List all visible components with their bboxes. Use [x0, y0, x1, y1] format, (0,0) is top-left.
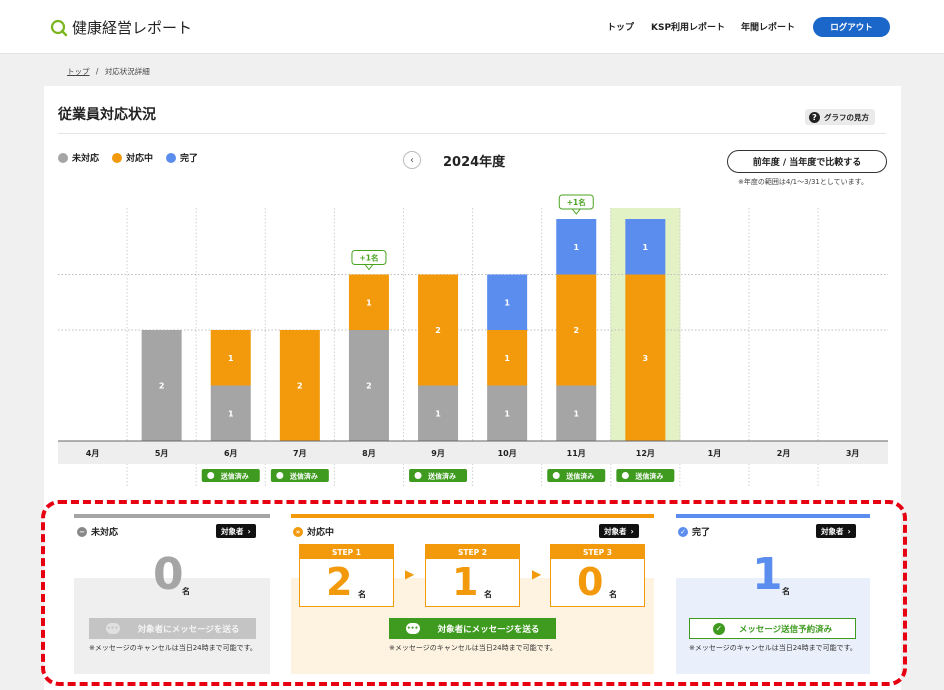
- chart-legend: 未対応 対応中 完了: [58, 151, 211, 164]
- logo-icon: [50, 19, 68, 36]
- title-divider: [58, 133, 886, 134]
- bar-value-label: 2: [159, 382, 165, 391]
- logo[interactable]: 健康経営レポート: [50, 17, 192, 38]
- sent-badge-label: 送信済み: [565, 472, 594, 481]
- bar-value-label: 2: [573, 326, 579, 335]
- highlight-annotation-box: [41, 500, 907, 686]
- legend-dot-unhandled: [58, 152, 68, 163]
- breadcrumb-separator: /: [95, 67, 99, 76]
- chat-bubble-icon: [414, 472, 422, 479]
- previous-year-button[interactable]: ‹: [403, 151, 421, 169]
- monthly-status-chart: 2 1 1 2 2 1 1 2 1 1 1 1 2 1 3 1 4月 5月 6月 7月 8月 9月 10月 11月 12月 1月 2…: [58, 194, 888, 488]
- fiscal-year-range-note: ※年度の範囲は4/1～3/31としています。: [738, 178, 868, 186]
- legend-label-unhandled: 未対応: [72, 154, 100, 164]
- sent-badge-label: 送信済み: [634, 472, 663, 481]
- legend-dot-completed: [166, 152, 177, 163]
- bar-value-label: 2: [435, 326, 441, 335]
- graph-help-label: グラフの見方: [824, 112, 869, 122]
- page-title: 従業員対応状況: [58, 107, 156, 123]
- increase-badge-label: +1名: [359, 253, 378, 263]
- bar-value-label: 1: [504, 409, 510, 418]
- graph-help-button[interactable]: ? グラフの見方: [805, 109, 875, 125]
- breadcrumb: トップ / 対応状況詳細: [67, 66, 150, 77]
- logo-text: 健康経営レポート: [72, 19, 193, 37]
- bar-value-label: 1: [366, 298, 372, 307]
- compare-years-button[interactable]: 前年度 / 当年度で比較する: [727, 150, 887, 173]
- x-tick-label: 6月: [224, 449, 238, 458]
- bar-value-label: 1: [504, 298, 510, 307]
- x-tick-label: 4月: [86, 449, 100, 458]
- chat-bubble-icon: [552, 472, 560, 479]
- logout-button[interactable]: ログアウト: [813, 17, 890, 37]
- legend-item-in-progress: 対応中: [112, 151, 153, 164]
- x-tick-label: 3月: [846, 449, 860, 458]
- chat-bubble-icon: [276, 472, 284, 479]
- bar-value-label: 1: [573, 409, 579, 418]
- chat-bubble-icon: [621, 472, 629, 479]
- nav-annual-report[interactable]: 年間レポート: [741, 20, 795, 33]
- bar-value-label: 3: [643, 354, 649, 363]
- bar-value-label: 1: [504, 354, 510, 363]
- legend-label-completed: 完了: [180, 154, 199, 164]
- app-header: 健康経営レポート トップ KSP利用レポート 年間レポート ログアウト: [0, 0, 944, 54]
- breadcrumb-top[interactable]: トップ: [67, 67, 90, 76]
- legend-item-unhandled: 未対応: [58, 151, 99, 164]
- bar-value-label: 2: [297, 382, 303, 391]
- x-tick-label: 2月: [777, 449, 791, 458]
- year-label: 2024年度: [443, 155, 506, 170]
- bar-value-label: 1: [228, 354, 234, 363]
- legend-item-completed: 完了: [166, 151, 198, 164]
- increase-badge-pointer: [571, 208, 582, 215]
- x-tick-label: 8月: [362, 449, 376, 458]
- bar-value-label: 1: [228, 409, 234, 418]
- sent-badge-label: 送信済み: [220, 472, 249, 481]
- increase-badge-label: +1名: [567, 197, 586, 207]
- sent-badge-label: 送信済み: [289, 472, 318, 481]
- chevron-left-icon: ‹: [410, 154, 414, 166]
- bar-value-label: 2: [366, 382, 372, 391]
- question-icon: ?: [809, 111, 820, 123]
- x-axis-band: [58, 441, 888, 464]
- x-tick-label: 7月: [293, 449, 307, 458]
- x-tick-label: 5月: [155, 449, 169, 458]
- sent-badge-label: 送信済み: [427, 472, 456, 481]
- legend-label-in-progress: 対応中: [126, 154, 154, 164]
- x-tick-label: 9月: [431, 449, 445, 458]
- legend-dot-in-progress: [112, 152, 123, 163]
- nav-top[interactable]: トップ: [607, 20, 634, 33]
- nav-ksp-report[interactable]: KSP利用レポート: [651, 20, 725, 33]
- bar-value-label: 1: [435, 409, 441, 418]
- chat-bubble-icon: [207, 472, 215, 479]
- bar-value-label: 1: [643, 243, 649, 252]
- x-tick-label: 11月: [567, 449, 586, 458]
- increase-badge-pointer: [363, 264, 374, 271]
- x-tick-label: 10月: [498, 449, 517, 458]
- x-tick-label: 12月: [636, 449, 655, 458]
- breadcrumb-current: 対応状況詳細: [104, 67, 150, 76]
- x-tick-label: 1月: [708, 449, 722, 458]
- bar-value-label: 1: [573, 243, 579, 252]
